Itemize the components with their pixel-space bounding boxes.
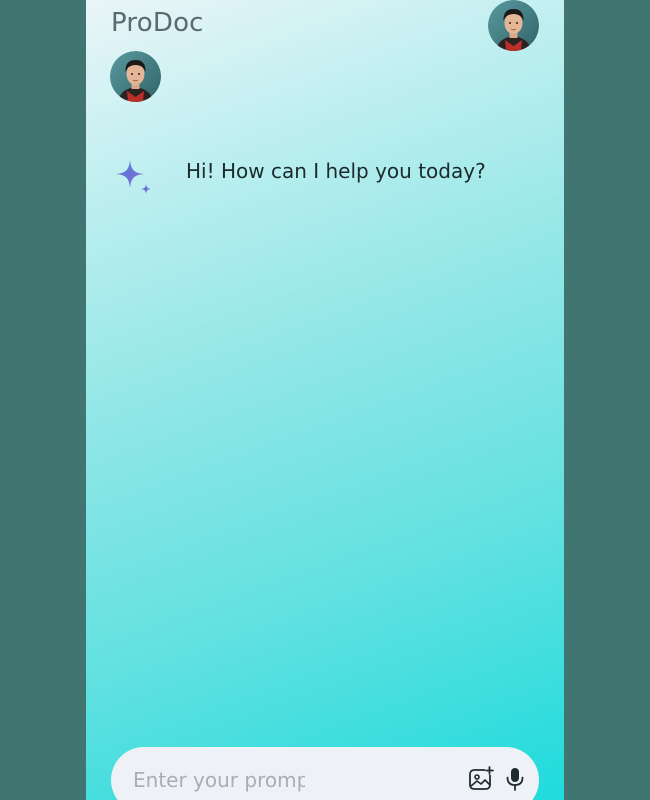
app-title: ProDoc xyxy=(111,8,204,38)
microphone-icon[interactable] xyxy=(501,765,529,793)
prompt-input[interactable] xyxy=(133,765,305,795)
app-frame: ProDoc Hi! How can I help you today? Ent… xyxy=(86,0,564,800)
user-avatar xyxy=(110,51,161,102)
bot-message-text: Hi! How can I help you today? xyxy=(186,159,486,183)
sparkle-icon xyxy=(114,158,154,198)
bot-message: Hi! How can I help you today? xyxy=(114,158,534,202)
image-add-icon[interactable] xyxy=(467,765,495,793)
profile-avatar[interactable] xyxy=(488,0,539,51)
prompt-bar xyxy=(111,747,539,800)
